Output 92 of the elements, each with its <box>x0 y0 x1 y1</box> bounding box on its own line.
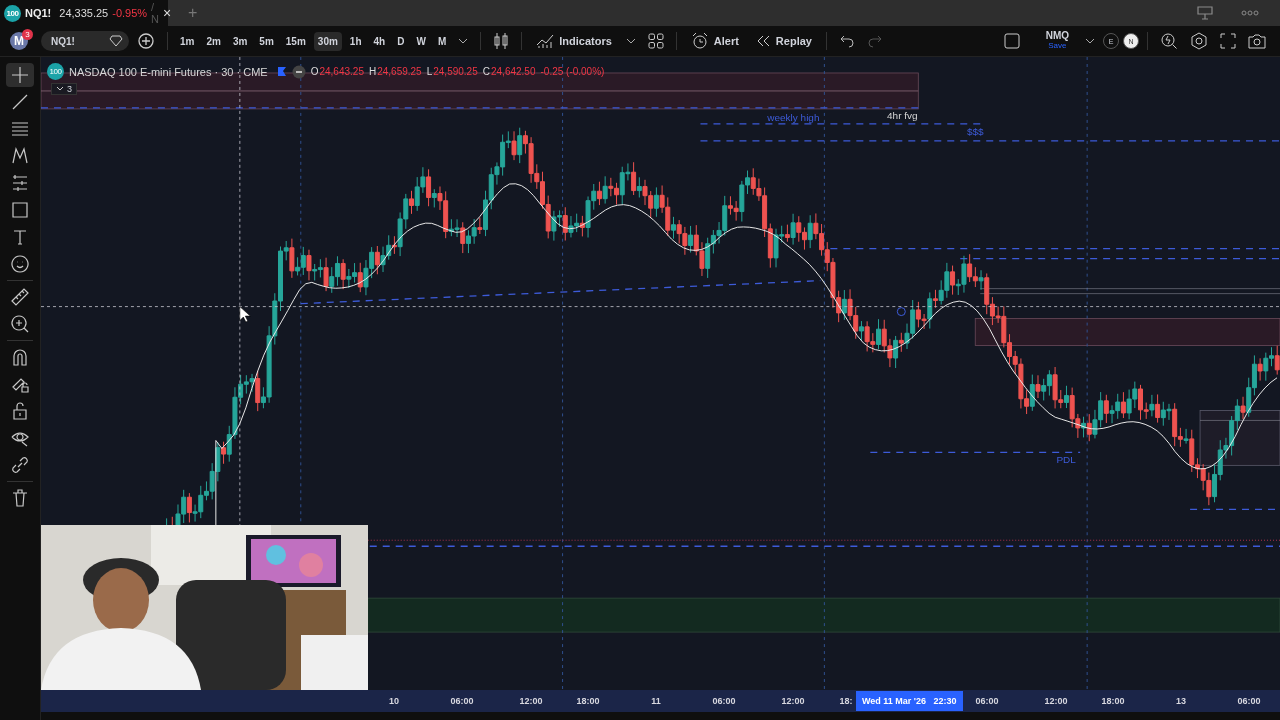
lock-icon <box>10 401 30 421</box>
chart-icon <box>536 33 555 49</box>
symbol-title[interactable]: NASDAQ 100 E-mini Futures · 30 · CME <box>69 65 268 78</box>
symbol-logo: 100 <box>47 63 64 80</box>
fib-icon <box>10 119 30 139</box>
layout-name: NMQ <box>1045 31 1069 41</box>
time-tick: 06:00 <box>450 696 474 706</box>
level-label: PDL <box>1056 454 1076 466</box>
more-icon[interactable] <box>1240 9 1260 17</box>
interval-button[interactable]: 2m <box>202 31 225 51</box>
interval-button[interactable]: 1h <box>345 31 366 51</box>
ohlc-label: O <box>310 66 319 77</box>
level-label: $$$ <box>966 125 984 137</box>
time-tick: 18:00 <box>1101 696 1125 706</box>
monitor-icon[interactable] <box>1196 6 1214 20</box>
tab-price: 24,335.25 <box>59 7 109 19</box>
notification-badge: 3 <box>22 28 33 40</box>
chevron-down-icon[interactable] <box>625 38 636 44</box>
ohlc-value: 24,643.25 <box>319 66 364 77</box>
templates-icon[interactable] <box>647 33 664 49</box>
layout-button[interactable]: NMQ Save <box>1045 31 1069 51</box>
save-status: Save <box>1048 41 1067 51</box>
undo-icon[interactable] <box>838 34 855 48</box>
link-icon <box>10 455 30 475</box>
interval-button[interactable]: 1m <box>176 31 199 51</box>
zoom-icon <box>10 314 30 334</box>
trash-icon <box>10 488 30 508</box>
time-tick: 12:00 <box>1044 696 1068 706</box>
crosshair-icon <box>10 65 30 85</box>
price-change: -0.25 (-0.00%) <box>540 66 605 77</box>
time-tick: 06:00 <box>712 696 736 706</box>
interval-button[interactable]: 3m <box>228 31 252 51</box>
ohlc-value: 24,642.50 <box>491 66 536 77</box>
candles-icon[interactable] <box>493 32 510 50</box>
add-symbol-icon[interactable] <box>137 32 155 50</box>
symbol-search[interactable]: NQ1! <box>41 31 129 51</box>
level-label: weekly high <box>767 111 820 123</box>
chevron-down-icon <box>56 86 64 92</box>
pattern-icon <box>10 146 30 166</box>
crosshair-tool[interactable] <box>6 63 34 87</box>
settings-icon[interactable] <box>1190 32 1208 50</box>
symbol-logo: 100 <box>4 4 21 22</box>
crosshair-time-label: Wed 11 Mar '26 22:30 <box>856 691 963 711</box>
flag-icon[interactable] <box>276 65 287 78</box>
ruler-icon <box>10 287 30 307</box>
interval-button[interactable]: 4h <box>369 31 390 51</box>
search-icon[interactable] <box>1160 32 1178 50</box>
alert-button[interactable]: Alert <box>684 30 745 52</box>
interval-button[interactable]: 5m <box>255 31 278 51</box>
tab-symbol: NQ1! <box>25 7 52 19</box>
indicators-toggle[interactable]: 3 <box>51 83 77 95</box>
redo-icon[interactable] <box>866 34 883 48</box>
chevron-down-icon[interactable] <box>1085 38 1095 44</box>
replay-button[interactable]: Replay <box>748 32 818 50</box>
point-marker <box>896 307 906 317</box>
ohlc-label: C <box>482 66 490 77</box>
time-tick: 11 <box>651 696 661 706</box>
indicators-button[interactable]: Indicators <box>530 31 618 51</box>
time-tick: 18: <box>839 696 853 706</box>
rectangle-icon <box>10 200 30 220</box>
time-tick: 06:00 <box>1237 696 1261 706</box>
ohlc-label: H <box>368 66 377 77</box>
time-tick: 06:00 <box>975 696 999 706</box>
minus-icon[interactable] <box>291 64 306 79</box>
time-tick: 12:00 <box>519 696 543 706</box>
zone-label: 4hr fvg <box>887 109 918 121</box>
alarm-clock-icon <box>690 32 709 50</box>
ohlc-value: 24,590.25 <box>433 66 478 77</box>
tab-extra: / N <box>151 1 159 25</box>
interval-button[interactable]: 30m <box>313 31 342 51</box>
projection-icon <box>10 173 30 193</box>
trendline-icon <box>10 92 30 112</box>
interval-button[interactable]: W <box>412 31 430 51</box>
time-tick: 12:00 <box>781 696 805 706</box>
tab-change: -0.95% <box>112 7 148 19</box>
fullscreen-icon[interactable] <box>1220 33 1236 49</box>
time-tick: 10 <box>389 696 399 706</box>
time-tick: 13 <box>1176 696 1186 706</box>
ohlc-value: 24,659.25 <box>377 66 422 77</box>
interval-button[interactable]: 15m <box>281 31 310 51</box>
magnet-icon <box>10 347 30 367</box>
chevron-down-icon[interactable] <box>458 38 469 44</box>
interval-button[interactable]: M <box>433 31 451 51</box>
square-icon[interactable] <box>1003 33 1020 49</box>
ohlc-label: L <box>426 66 433 77</box>
cursor-icon <box>239 306 251 323</box>
camera-icon[interactable] <box>1248 33 1266 49</box>
diamond-icon[interactable] <box>109 35 123 47</box>
emoji-icon <box>10 254 30 274</box>
symbol-text: NQ1! <box>51 35 75 47</box>
time-tick: 18:00 <box>576 696 600 706</box>
interval-button[interactable]: D <box>393 31 409 51</box>
